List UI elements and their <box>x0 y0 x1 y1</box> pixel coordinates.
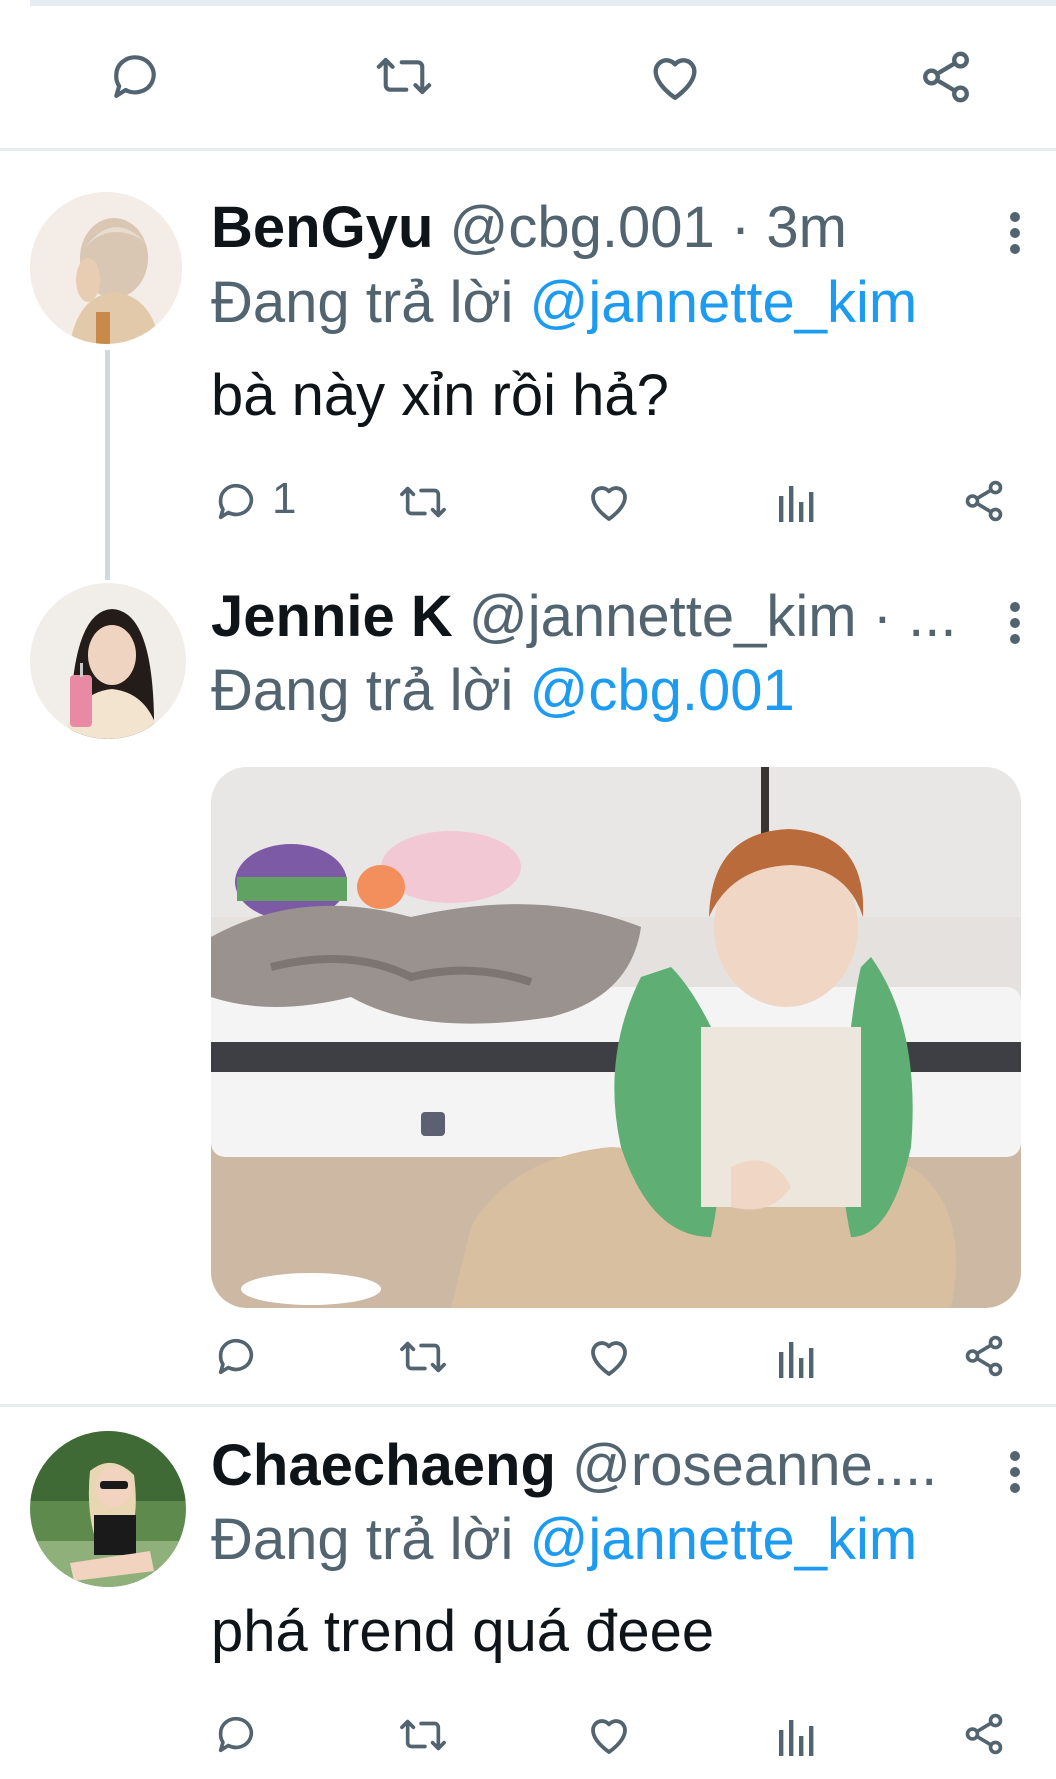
replying-to: Đang trả lời @cbg.001 <box>211 656 795 726</box>
more-options-icon[interactable] <box>1005 1451 1025 1499</box>
section-divider <box>0 148 1056 151</box>
heart-icon[interactable] <box>585 1333 633 1379</box>
top-divider <box>30 0 1056 6</box>
tweet-header: BenGyu @cbg.001 · 3m <box>211 193 981 263</box>
replying-label: Đang trả lời <box>211 658 514 723</box>
display-name[interactable]: BenGyu <box>211 195 433 260</box>
tweet-media-image[interactable] <box>211 767 1021 1308</box>
analytics-icon[interactable] <box>777 1714 817 1756</box>
share-icon[interactable] <box>961 1711 1007 1757</box>
user-handle[interactable]: @roseanne.... <box>572 1433 937 1498</box>
mention-link[interactable]: @jannette_kim <box>530 270 918 335</box>
analytics-icon[interactable] <box>777 1336 817 1378</box>
thread-line <box>105 350 110 580</box>
retweet-icon[interactable] <box>396 1334 450 1380</box>
reply-icon[interactable] <box>213 1333 259 1379</box>
retweet-icon[interactable] <box>372 48 436 104</box>
mention-link[interactable]: @cbg.001 <box>530 658 795 723</box>
replying-label: Đang trả lời <box>211 270 514 335</box>
more-options-icon[interactable] <box>1005 602 1025 650</box>
user-handle[interactable]: @jannette_kim <box>469 584 857 649</box>
heart-icon[interactable] <box>585 478 633 524</box>
more-options-icon[interactable] <box>1005 212 1025 260</box>
reply-icon[interactable] <box>107 48 163 104</box>
heart-icon[interactable] <box>585 1711 633 1757</box>
reply-count: 1 <box>272 474 297 523</box>
avatar[interactable] <box>30 583 186 739</box>
reply-icon[interactable] <box>213 1711 259 1757</box>
user-handle[interactable]: @cbg.001 <box>450 195 715 260</box>
avatar[interactable] <box>30 1431 186 1587</box>
timestamp: · 3m <box>730 195 847 260</box>
share-icon[interactable] <box>917 48 975 106</box>
tweet-header: Jennie K @jannette_kim · ... <box>211 582 981 652</box>
avatar[interactable] <box>30 192 182 344</box>
reply-icon[interactable] <box>213 478 259 524</box>
replying-to: Đang trả lời @jannette_kim <box>211 268 917 338</box>
heart-icon[interactable] <box>646 48 704 104</box>
section-divider <box>0 1404 1056 1407</box>
retweet-icon[interactable] <box>396 479 450 525</box>
tweet-text: phá trend quá đeee <box>211 1599 715 1664</box>
analytics-icon[interactable] <box>777 480 817 522</box>
tweet-header: Chaechaeng @roseanne.... <box>211 1431 981 1501</box>
replying-label: Đang trả lời <box>211 1507 514 1572</box>
retweet-icon[interactable] <box>396 1712 450 1758</box>
share-icon[interactable] <box>961 1333 1007 1379</box>
replying-to: Đang trả lời @jannette_kim <box>211 1505 917 1575</box>
display-name[interactable]: Chaechaeng <box>211 1433 556 1498</box>
timestamp: · ... <box>872 584 957 649</box>
share-icon[interactable] <box>961 478 1007 524</box>
mention-link[interactable]: @jannette_kim <box>530 1507 918 1572</box>
display-name[interactable]: Jennie K <box>211 584 453 649</box>
tweet-text: bà này xỉn rồi hả? <box>211 363 669 428</box>
